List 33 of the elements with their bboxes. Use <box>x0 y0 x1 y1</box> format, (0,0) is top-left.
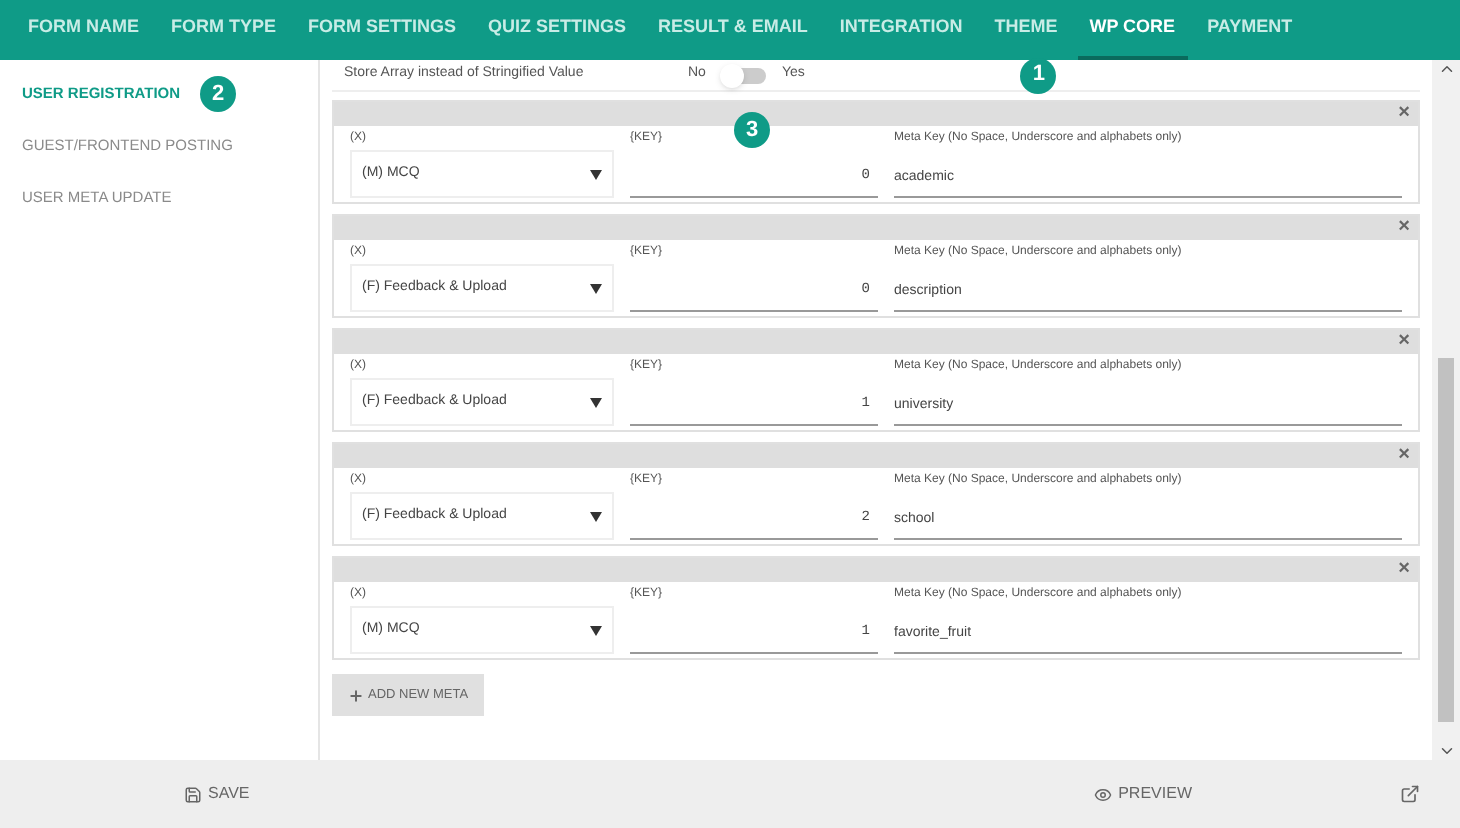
plus-icon <box>348 687 364 703</box>
toggle-switch[interactable] <box>721 67 766 83</box>
scroll-up-icon <box>1437 60 1455 78</box>
external-link-icon <box>1400 784 1420 804</box>
caret-down-icon <box>590 283 602 293</box>
step-marker: 1 <box>1020 57 1057 93</box>
save-button[interactable]: SAVE <box>184 782 250 806</box>
caret-down-icon <box>590 511 602 521</box>
nav-tab[interactable]: FORM NAME <box>16 0 151 60</box>
scroll-down-icon <box>1437 742 1455 760</box>
close-button[interactable]: × <box>1398 332 1410 352</box>
nav-tab[interactable]: INTEGRATION <box>827 0 975 60</box>
nav-tab[interactable]: PAYMENT <box>1195 0 1305 60</box>
step-marker: 2 <box>200 76 237 112</box>
nav-tab[interactable]: FORM SETTINGS <box>296 0 469 60</box>
save-icon <box>184 785 202 803</box>
nav-tab[interactable]: THEME <box>982 0 1070 60</box>
close-button[interactable]: × <box>1398 218 1410 238</box>
open-external-button[interactable] <box>1400 784 1420 804</box>
caret-down-icon <box>590 625 602 635</box>
caret-down-icon <box>590 397 602 407</box>
preview-button[interactable]: PREVIEW <box>1094 782 1192 806</box>
step-marker: 3 <box>734 112 770 149</box>
scrollbar-thumb[interactable] <box>1438 358 1454 722</box>
close-button[interactable]: × <box>1398 104 1410 124</box>
close-button[interactable]: × <box>1398 446 1410 466</box>
nav-tab[interactable]: RESULT & EMAIL <box>646 0 820 60</box>
caret-down-icon <box>590 169 602 179</box>
nav-tab[interactable]: WP CORE <box>1077 0 1188 60</box>
close-button[interactable]: × <box>1398 560 1410 580</box>
nav-tab[interactable]: FORM TYPE <box>159 0 289 60</box>
nav-tab[interactable]: QUIZ SETTINGS <box>476 0 639 60</box>
eye-icon <box>1094 785 1113 803</box>
